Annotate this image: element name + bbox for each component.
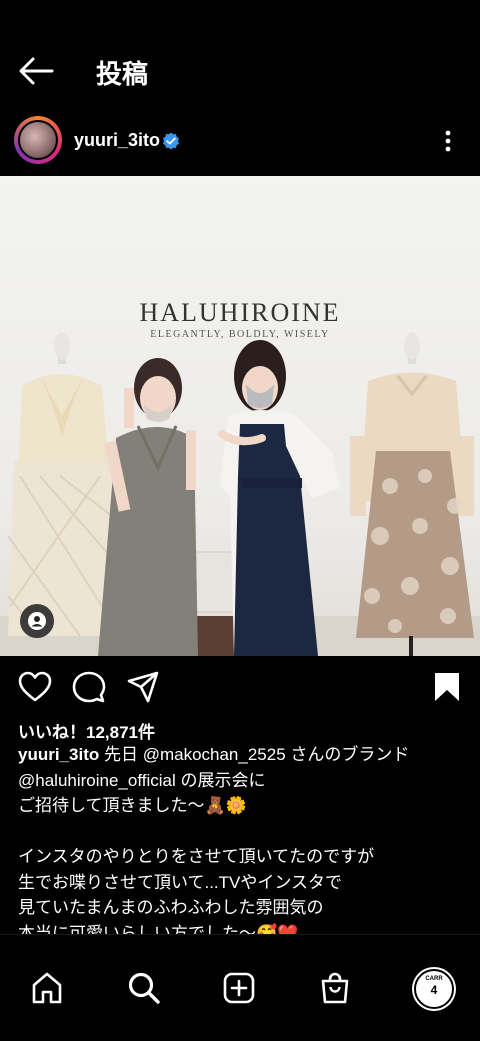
bookmark-icon[interactable] — [430, 670, 464, 704]
caption-line: ご招待して頂きました〜🧸🌼 — [18, 796, 247, 815]
caption-line: @haluhiroine_official の展示会に — [18, 770, 266, 790]
shop-bag-icon[interactable] — [318, 971, 352, 1005]
top-bar: 投稿 — [0, 0, 480, 110]
caption-line: 生でお喋りさせて頂いて...TVやインスタで — [18, 872, 343, 892]
post-caption: yuuri_3ito 先日 @makochan_2525 さんのブランド @ha… — [18, 742, 466, 946]
caption-line: 見ていたまんまのふわふわした雰囲気の — [18, 898, 324, 917]
caption-line: 先日 @makochan_2525 さんのブランド — [99, 745, 410, 764]
post-image[interactable]: HALUHIROINE ELEGANTLY, BOLDLY, WISELY — [0, 176, 480, 656]
user-tags-button[interactable] — [20, 604, 54, 638]
profile-tab-avatar[interactable]: CARR 4 — [414, 969, 454, 1009]
share-icon[interactable] — [126, 670, 160, 704]
likes-count[interactable]: いいね！12,871件 — [18, 718, 155, 743]
heart-icon[interactable] — [18, 670, 52, 704]
more-options-icon[interactable] — [440, 128, 456, 154]
post-actions — [0, 656, 480, 716]
caption-blank-line — [18, 819, 466, 845]
profile-badge-text: CARR — [425, 976, 443, 982]
person-icon — [28, 612, 46, 630]
profile-badge-number: 4 — [430, 983, 438, 997]
post-username[interactable]: yuuri_3ito — [74, 130, 160, 151]
avatar[interactable] — [14, 116, 62, 164]
post-header: yuuri_3ito — [0, 110, 480, 176]
search-icon[interactable] — [127, 971, 161, 1005]
bottom-navigation: CARR 4 — [0, 934, 480, 1041]
create-post-icon[interactable] — [222, 971, 256, 1005]
comment-icon[interactable] — [72, 670, 106, 704]
photo-scene — [0, 332, 480, 656]
verified-badge-icon — [163, 132, 179, 150]
back-arrow-icon[interactable] — [18, 56, 54, 86]
caption-line: インスタのやりとりをさせて頂いてたのですが — [18, 847, 375, 866]
home-icon[interactable] — [30, 971, 64, 1005]
caption-username[interactable]: yuuri_3ito — [18, 745, 99, 764]
page-title: 投稿 — [96, 59, 149, 89]
